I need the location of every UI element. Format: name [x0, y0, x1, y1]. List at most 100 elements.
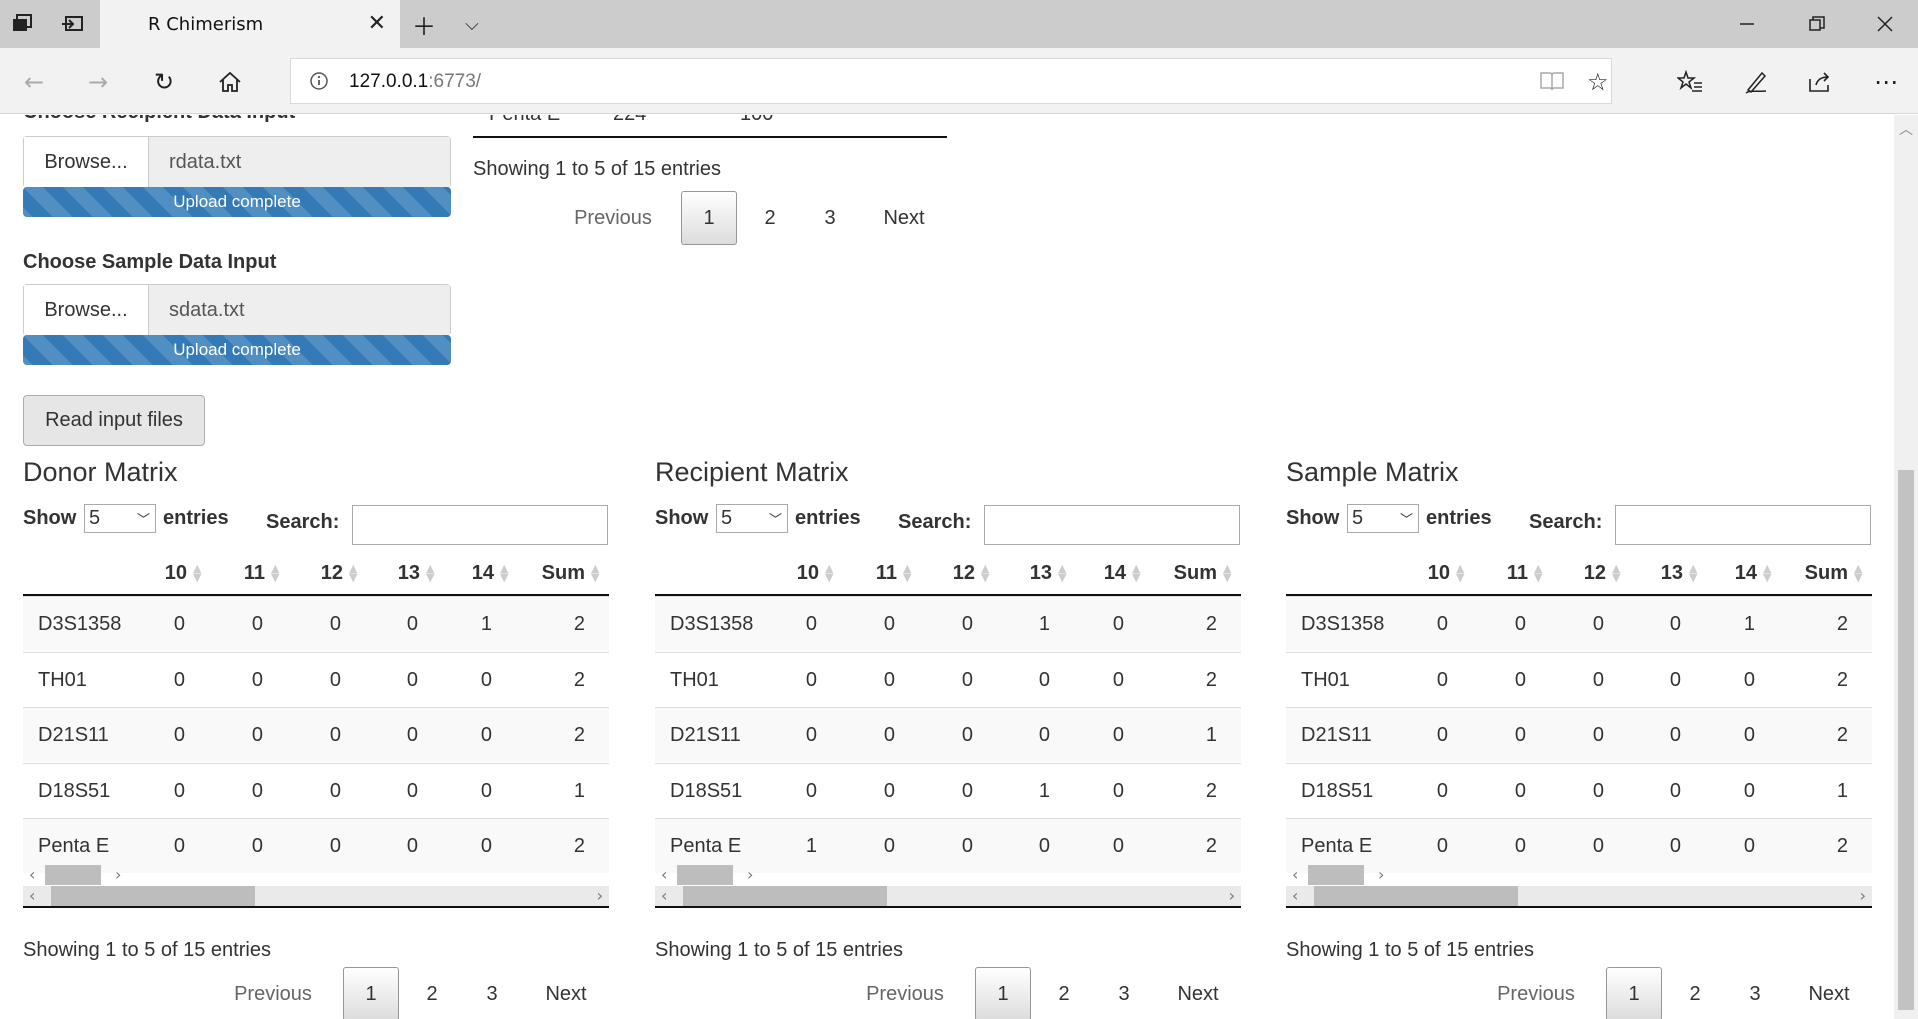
column-header[interactable]: 14	[1735, 562, 1757, 585]
tab-set-aside-icon[interactable]	[8, 10, 38, 38]
scroll-up-icon[interactable]: ︿	[1899, 119, 1913, 139]
column-header[interactable]: 11	[1507, 562, 1528, 585]
inner-horizontal-scrollbar[interactable]: ‹ ›	[655, 865, 765, 885]
more-icon[interactable]: ⋯	[1868, 64, 1904, 100]
pagination-next[interactable]: Next	[1796, 967, 1862, 1019]
column-header[interactable]: 14	[472, 562, 494, 585]
pagination-page-3[interactable]: 3	[1099, 967, 1149, 1019]
scroll-right-icon[interactable]: ›	[115, 865, 121, 885]
sort-arrows-icon[interactable]: ▲ ▼	[426, 563, 434, 583]
sort-arrows-icon[interactable]: ▲ ▼	[1223, 563, 1231, 583]
url-text[interactable]: 127.0.0.1:6773/	[349, 71, 481, 93]
scroll-left-icon[interactable]: ‹	[661, 886, 667, 906]
forward-icon[interactable]: →	[80, 64, 116, 100]
sort-arrows-icon[interactable]: ▲ ▼	[1132, 563, 1140, 583]
page-length-select[interactable]: 5 ﹀	[1347, 504, 1419, 533]
page-scrollbar[interactable]: ︿	[1894, 115, 1918, 1019]
column-header[interactable]: 12	[953, 562, 975, 585]
scroll-thumb[interactable]	[1898, 470, 1914, 1010]
pagination-previous[interactable]: Previous	[855, 967, 955, 1019]
table-row[interactable]: TH01 0 0 0 0 0 2	[1286, 651, 1872, 707]
table-row[interactable]: D18S51 0 0 0 0 0 1	[23, 762, 609, 818]
scroll-thumb[interactable]	[51, 886, 255, 906]
horizontal-scrollbar[interactable]: ‹ ›	[23, 886, 609, 906]
inner-horizontal-scrollbar[interactable]: ‹ ›	[23, 865, 133, 885]
scroll-thumb[interactable]	[1314, 886, 1518, 906]
address-bar[interactable]: 127.0.0.1:6773/ ☆	[290, 58, 1612, 104]
sort-arrows-icon[interactable]: ▲ ▼	[1612, 563, 1620, 583]
back-icon[interactable]: ←	[16, 64, 52, 100]
tab-r-chimerism[interactable]: R Chimerism ✕	[100, 0, 400, 48]
pagination-previous[interactable]: Previous	[563, 191, 663, 245]
pagination-previous[interactable]: Previous	[223, 967, 323, 1019]
inner-horizontal-scrollbar[interactable]: ‹ ›	[1286, 865, 1396, 885]
scroll-right-icon[interactable]: ›	[1378, 865, 1384, 885]
sort-arrows-icon[interactable]: ▲ ▼	[1058, 563, 1066, 583]
close-window-icon[interactable]	[1868, 8, 1902, 40]
table-row[interactable]: D21S11 0 0 0 0 0 1	[655, 707, 1241, 762]
table-row[interactable]: D3S1358 0 0 0 1 0 2	[655, 596, 1241, 651]
sort-arrows-icon[interactable]: ▲ ▼	[1534, 563, 1542, 583]
column-header[interactable]: 14	[1104, 562, 1126, 585]
scroll-left-icon[interactable]: ‹	[29, 865, 35, 885]
recipient-file-input[interactable]: Browse... rdata.txt	[23, 136, 451, 188]
search-input[interactable]	[984, 505, 1240, 545]
column-header[interactable]: 12	[321, 562, 343, 585]
table-row[interactable]: D18S51 0 0 0 0 0 1	[1286, 762, 1872, 818]
pagination-next[interactable]: Next	[533, 967, 599, 1019]
column-header[interactable]: 11	[244, 562, 265, 585]
share-icon[interactable]	[1802, 64, 1838, 100]
column-header[interactable]: Sum	[542, 562, 585, 585]
pagination-page-2[interactable]: 2	[1039, 967, 1089, 1019]
refresh-icon[interactable]: ↻	[146, 64, 182, 100]
column-header[interactable]: 12	[1584, 562, 1606, 585]
table-row[interactable]: D3S1358 0 0 0 0 1 2	[1286, 596, 1872, 651]
scroll-right-icon[interactable]: ›	[747, 865, 753, 885]
column-header[interactable]: 11	[876, 562, 897, 585]
sort-arrows-icon[interactable]: ▲ ▼	[1763, 563, 1771, 583]
column-header[interactable]: 13	[398, 562, 420, 585]
scroll-thumb[interactable]	[1308, 865, 1364, 885]
pagination-next[interactable]: Next	[1165, 967, 1231, 1019]
sort-arrows-icon[interactable]: ▲ ▼	[349, 563, 357, 583]
scroll-left-icon[interactable]: ‹	[29, 886, 35, 906]
table-row[interactable]: D18S51 0 0 0 1 0 2	[655, 762, 1241, 818]
pagination-page-2[interactable]: 2	[745, 191, 795, 245]
scroll-right-icon[interactable]: ›	[597, 886, 603, 906]
tab-preview-icon[interactable]	[58, 10, 88, 38]
horizontal-scrollbar[interactable]: ‹ ›	[655, 886, 1241, 906]
sort-arrows-icon[interactable]: ▲ ▼	[903, 563, 911, 583]
favorite-star-icon[interactable]: ☆	[1587, 68, 1609, 96]
favorites-hub-icon[interactable]	[1672, 64, 1708, 100]
table-row[interactable]: D21S11 0 0 0 0 0 2	[23, 707, 609, 762]
pagination-page-3[interactable]: 3	[1730, 967, 1780, 1019]
read-input-files-button[interactable]: Read input files	[23, 395, 205, 446]
column-header[interactable]: 10	[165, 562, 187, 585]
pagination-next[interactable]: Next	[871, 191, 937, 245]
scroll-left-icon[interactable]: ‹	[1292, 886, 1298, 906]
pagination-page-3[interactable]: 3	[805, 191, 855, 245]
sort-arrows-icon[interactable]: ▲ ▼	[500, 563, 508, 583]
scroll-right-icon[interactable]: ›	[1860, 886, 1866, 906]
column-header[interactable]: Sum	[1174, 562, 1217, 585]
home-icon[interactable]	[212, 64, 248, 100]
column-header[interactable]: Sum	[1805, 562, 1848, 585]
sample-file-input[interactable]: Browse... sdata.txt	[23, 284, 451, 336]
pen-icon[interactable]	[1738, 64, 1774, 100]
table-row[interactable]: TH01 0 0 0 0 0 2	[23, 651, 609, 707]
scroll-left-icon[interactable]: ‹	[661, 865, 667, 885]
minimize-icon[interactable]	[1730, 8, 1764, 40]
column-header[interactable]: 10	[797, 562, 819, 585]
pagination-previous[interactable]: Previous	[1486, 967, 1586, 1019]
sort-arrows-icon[interactable]: ▲ ▼	[825, 563, 833, 583]
column-header[interactable]: 13	[1661, 562, 1683, 585]
new-tab-icon[interactable]: ＋	[408, 8, 440, 41]
scroll-right-icon[interactable]: ›	[1229, 886, 1235, 906]
sort-arrows-icon[interactable]: ▲ ▼	[1456, 563, 1464, 583]
sort-arrows-icon[interactable]: ▲ ▼	[1854, 563, 1862, 583]
close-tab-icon[interactable]: ✕	[368, 11, 386, 36]
pagination-page-1[interactable]: 1	[975, 967, 1031, 1019]
recipient-browse-button[interactable]: Browse...	[24, 137, 149, 187]
sort-arrows-icon[interactable]: ▲ ▼	[1689, 563, 1697, 583]
scroll-left-icon[interactable]: ‹	[1292, 865, 1298, 885]
